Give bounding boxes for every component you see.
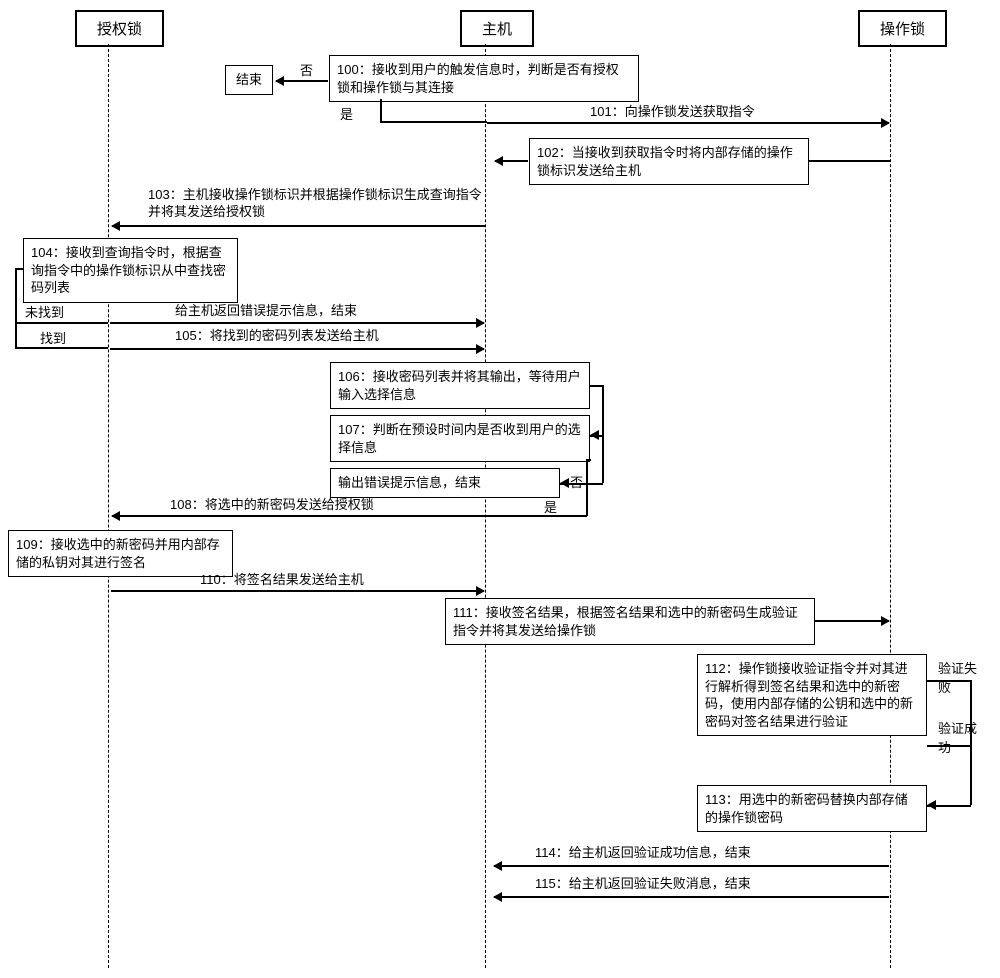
label-found: 找到 <box>40 328 66 347</box>
step-102-box: 102：当接收到获取指令时将内部存储的操作锁标识发送给主机 <box>529 138 809 185</box>
end-box: 结束 <box>225 65 273 95</box>
nf-h <box>15 322 108 324</box>
ah-107err <box>560 478 569 488</box>
step-107-box: 107：判断在预设时间内是否收到用户的选择信息 <box>330 415 590 462</box>
conn-112-branch <box>970 680 972 785</box>
label-no-107: 否 <box>570 472 583 491</box>
found-h <box>15 347 108 349</box>
step-109-box: 109：接收选中的新密码并用内部存储的私钥对其进行签名 <box>8 530 233 577</box>
arrow-102 <box>495 160 528 162</box>
step-104-box: 104：接收到查询指令时，根据查询指令中的操作锁标识从中查找密码列表 <box>23 238 238 303</box>
arrow-115 <box>494 896 889 898</box>
step-105-text: 105：将找到的密码列表发送给主机 <box>175 328 379 345</box>
step-112-box: 112：操作锁接收验证指令并对其进行解析得到签名结果和选中的新密码，使用内部存储… <box>697 654 927 736</box>
arrow-111 <box>815 620 889 622</box>
ah-113 <box>927 800 936 810</box>
conn-103-104 <box>15 268 17 323</box>
actor-host: 主机 <box>460 10 534 47</box>
step-103-text: 103：主机接收操作锁标识并根据操作锁标识生成查询指令并将其发送给授权锁 <box>148 187 488 221</box>
step-104-err: 给主机返回错误提示信息，结束 <box>175 303 357 320</box>
conn-107-108 <box>586 459 588 516</box>
actor-auth-lock: 授权锁 <box>75 10 164 47</box>
conn-103-104h1 <box>15 268 23 270</box>
ah-107 <box>590 430 599 440</box>
arrow-108 <box>112 515 587 517</box>
label-no: 否 <box>300 60 313 79</box>
arrow-104-err <box>110 322 484 324</box>
label-not-found: 未找到 <box>25 302 64 321</box>
arrow-114 <box>494 865 889 867</box>
step-114-text: 114：给主机返回验证成功信息，结束 <box>535 845 751 862</box>
conn-112-bh1 <box>927 680 971 682</box>
conn-107-err <box>602 435 604 483</box>
conn-112-113 <box>970 785 972 805</box>
step-113-box: 113：用选中的新密码替换内部存储的操作锁密码 <box>697 785 927 832</box>
conn-107-108h <box>586 459 591 461</box>
conn-106-107 <box>602 385 604 435</box>
step-107-err: 输出错误提示信息，结束 <box>330 468 560 498</box>
arrow-102-r <box>809 160 890 162</box>
conn-100-yes-v <box>380 99 382 122</box>
conn-106-107h1 <box>590 385 603 387</box>
arrow-110 <box>111 590 484 592</box>
label-yes-107: 是 <box>544 497 557 516</box>
step-106-box: 106：接收密码列表并将其输出，等待用户输入选择信息 <box>330 362 590 409</box>
arrow-105 <box>110 348 484 350</box>
step-110-text: 110：将签名结果发送给主机 <box>200 572 364 589</box>
step-111-box: 111：接收签名结果，根据签名结果和选中的新密码生成验证指令并将其发送给操作锁 <box>445 598 815 645</box>
step-108-text: 108：将选中的新密码发送给授权锁 <box>170 497 374 514</box>
label-vs1: 验证成功 <box>938 718 978 756</box>
lifeline-host <box>485 44 487 968</box>
actor-op-lock: 操作锁 <box>858 10 947 47</box>
label-vf1: 验证失败 <box>938 658 978 696</box>
label-yes: 是 <box>340 104 353 123</box>
arrow-101 <box>487 122 889 124</box>
step-115-text: 115：给主机返回验证失败消息，结束 <box>535 876 751 893</box>
arrow-103 <box>112 225 486 227</box>
arrow-no-end <box>276 80 328 82</box>
lifeline-auth <box>108 44 110 968</box>
conn-100-yes-h <box>380 121 487 123</box>
found-v <box>15 322 17 347</box>
conn-112-bh2 <box>927 745 971 747</box>
step-101-text: 101：向操作锁发送获取指令 <box>590 104 755 121</box>
step-100-box: 100：接收到用户的触发信息时，判断是否有授权锁和操作锁与其连接 <box>329 55 639 102</box>
